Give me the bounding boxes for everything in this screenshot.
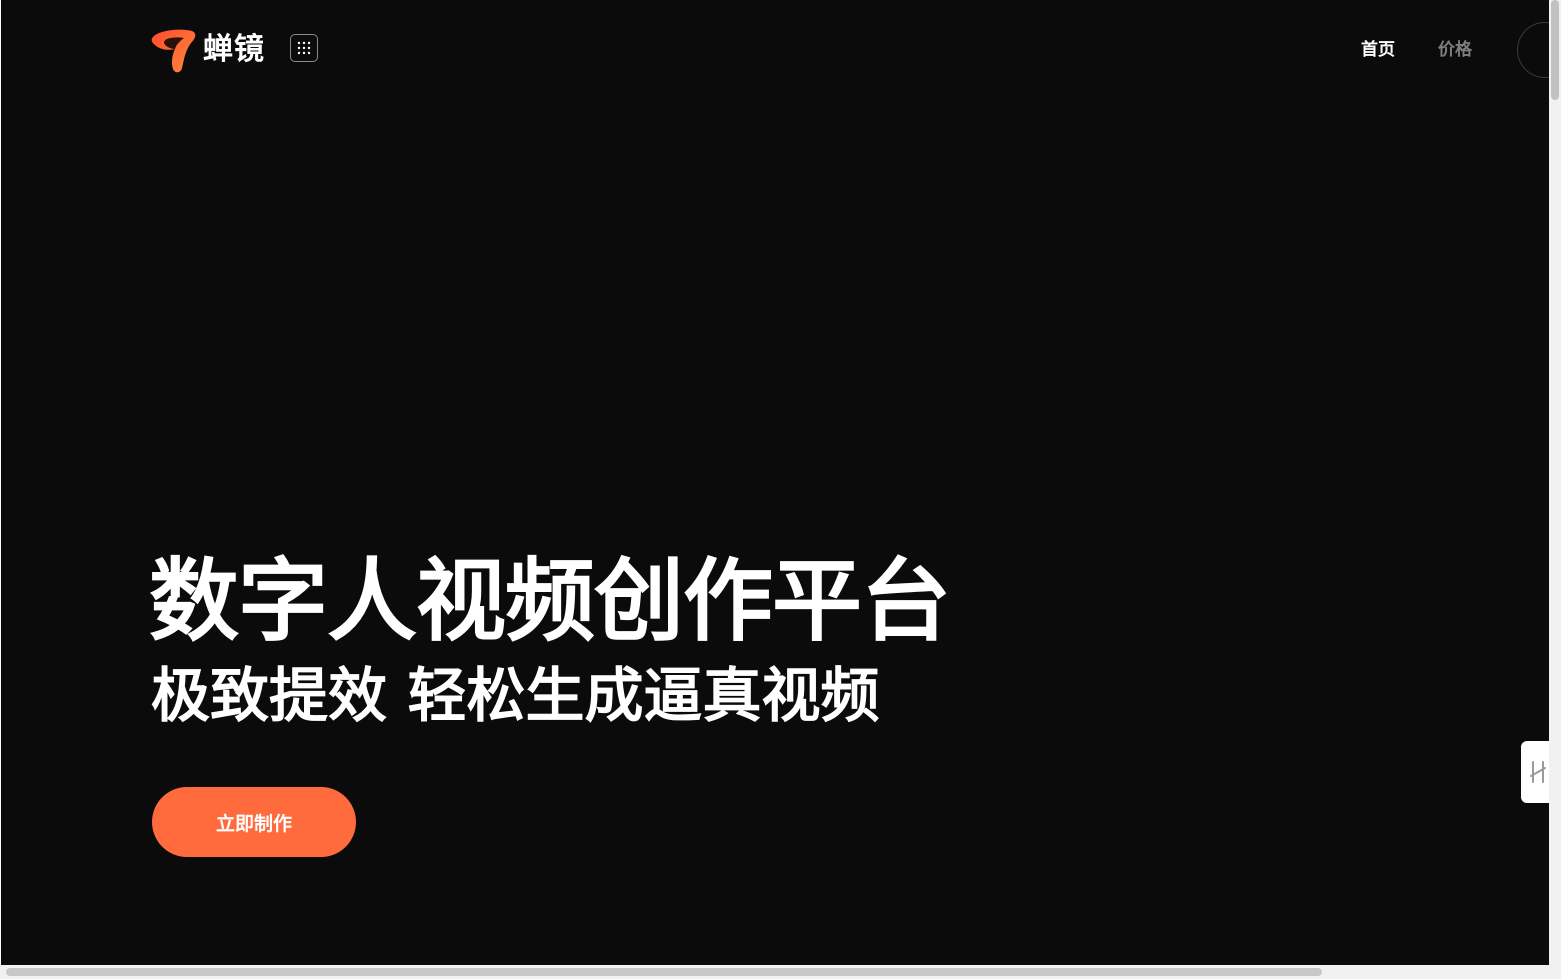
- grid-apps-icon: [297, 41, 311, 55]
- horizontal-scrollbar[interactable]: [0, 965, 1549, 979]
- create-now-button[interactable]: 立即制作: [152, 787, 356, 857]
- apps-menu-button[interactable]: [290, 34, 318, 62]
- chanjing-logo-icon: [151, 29, 196, 73]
- page: 蝉镜 首页 价格 数字人视频创作平台 极致提效 轻松生成逼真视频 立即制作: [1, 0, 1549, 965]
- nav-item-pricing[interactable]: 价格: [1438, 38, 1472, 62]
- sidebar-toggle-icon: [1530, 761, 1546, 783]
- brand-logo[interactable]: 蝉镜: [151, 27, 265, 73]
- hero-subtitle: 极致提效 轻松生成逼真视频: [151, 661, 880, 730]
- user-avatar-icon[interactable]: [1517, 22, 1549, 78]
- hero-title: 数字人视频创作平台: [149, 549, 951, 654]
- horizontal-scrollbar-thumb[interactable]: [6, 968, 1322, 976]
- nav-item-home[interactable]: 首页: [1361, 38, 1395, 62]
- brand-name: 蝉镜: [203, 32, 265, 67]
- vertical-scrollbar[interactable]: [1549, 0, 1561, 979]
- vertical-scrollbar-thumb[interactable]: [1551, 0, 1559, 100]
